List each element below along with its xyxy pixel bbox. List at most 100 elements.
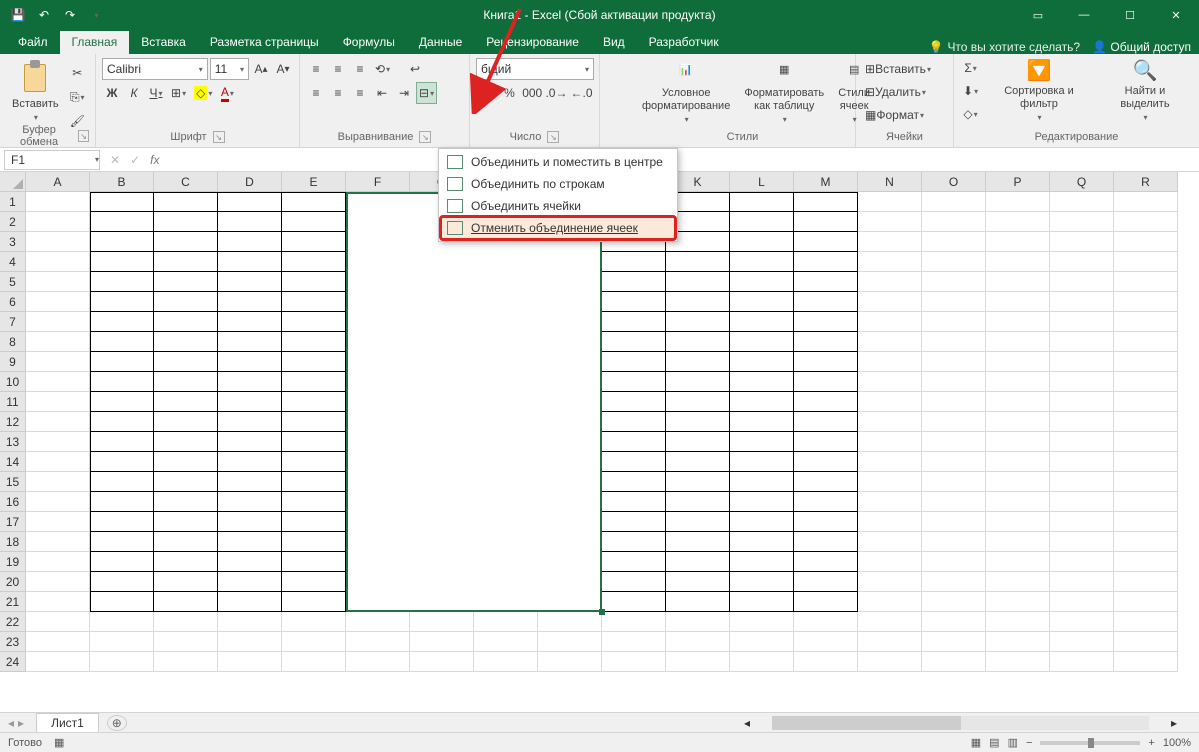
sort-filter-button[interactable]: 🔽 Сортировка и фильтр▾ <box>983 57 1095 125</box>
fill-color-button[interactable]: ◇▾ <box>191 82 215 104</box>
cell[interactable] <box>858 492 922 512</box>
cell[interactable] <box>666 652 730 672</box>
cell[interactable] <box>1050 592 1114 612</box>
decrease-indent-button[interactable]: ⇤ <box>372 82 392 104</box>
cell[interactable] <box>282 272 346 292</box>
cell[interactable] <box>858 552 922 572</box>
comma-format-button[interactable]: 000 <box>521 82 543 104</box>
cell[interactable] <box>282 412 346 432</box>
cell[interactable] <box>154 572 218 592</box>
cell[interactable] <box>794 512 858 532</box>
cells-area[interactable] <box>26 192 1199 712</box>
cell[interactable] <box>1114 612 1178 632</box>
cell[interactable] <box>794 192 858 212</box>
cell[interactable] <box>90 312 154 332</box>
tab-view[interactable]: Вид <box>591 31 637 54</box>
cell[interactable] <box>794 452 858 472</box>
cell[interactable] <box>154 232 218 252</box>
row-header[interactable]: 2 <box>0 212 26 232</box>
cell[interactable] <box>26 332 90 352</box>
paste-button[interactable]: Вставить ▾ <box>6 58 65 125</box>
cell[interactable] <box>858 512 922 532</box>
cell[interactable] <box>794 432 858 452</box>
dialog-launcher-icon[interactable]: ↘ <box>547 131 559 143</box>
dialog-launcher-icon[interactable]: ↘ <box>78 130 89 142</box>
cell[interactable] <box>1114 572 1178 592</box>
cell[interactable] <box>90 352 154 372</box>
cell[interactable] <box>730 652 794 672</box>
cell[interactable] <box>26 452 90 472</box>
cell[interactable] <box>794 372 858 392</box>
cell[interactable] <box>986 232 1050 252</box>
cell[interactable] <box>858 452 922 472</box>
cell[interactable] <box>602 372 666 392</box>
cell[interactable] <box>794 392 858 412</box>
cell[interactable] <box>602 512 666 532</box>
cell[interactable] <box>922 492 986 512</box>
cut-button[interactable]: ✂ <box>67 62 88 84</box>
tab-page-layout[interactable]: Разметка страницы <box>198 31 331 54</box>
cell[interactable] <box>794 212 858 232</box>
cell[interactable] <box>474 632 538 652</box>
cell[interactable] <box>794 252 858 272</box>
cell[interactable] <box>986 392 1050 412</box>
column-header[interactable]: F <box>346 172 410 192</box>
row-header[interactable]: 16 <box>0 492 26 512</box>
row-header[interactable]: 9 <box>0 352 26 372</box>
cell[interactable] <box>858 632 922 652</box>
cell[interactable] <box>794 292 858 312</box>
percent-format-button[interactable]: % <box>499 82 519 104</box>
cell[interactable] <box>922 512 986 532</box>
row-header[interactable]: 22 <box>0 612 26 632</box>
cell[interactable] <box>794 332 858 352</box>
cell[interactable] <box>90 212 154 232</box>
cell[interactable] <box>346 652 410 672</box>
cell[interactable] <box>730 352 794 372</box>
wrap-text-button[interactable]: ↩ <box>405 58 425 80</box>
column-header[interactable]: B <box>90 172 154 192</box>
cell[interactable] <box>410 652 474 672</box>
row-header[interactable]: 20 <box>0 572 26 592</box>
increase-decimal-button[interactable]: .0→ <box>545 82 568 104</box>
cell[interactable] <box>410 632 474 652</box>
cell[interactable] <box>986 212 1050 232</box>
cell[interactable] <box>90 512 154 532</box>
cell[interactable] <box>218 592 282 612</box>
tab-data[interactable]: Данные <box>407 31 474 54</box>
cell[interactable] <box>858 252 922 272</box>
cell[interactable] <box>154 432 218 452</box>
cell[interactable] <box>1114 432 1178 452</box>
cell[interactable] <box>794 632 858 652</box>
cell[interactable] <box>922 612 986 632</box>
row-header[interactable]: 12 <box>0 412 26 432</box>
cell[interactable] <box>602 572 666 592</box>
fill-handle[interactable] <box>599 609 605 615</box>
column-header[interactable]: C <box>154 172 218 192</box>
cell[interactable] <box>858 332 922 352</box>
cell[interactable] <box>922 472 986 492</box>
cell[interactable] <box>218 232 282 252</box>
cell[interactable] <box>1050 652 1114 672</box>
cell[interactable] <box>1114 372 1178 392</box>
cell[interactable] <box>1050 572 1114 592</box>
cell[interactable] <box>922 352 986 372</box>
cell[interactable] <box>90 412 154 432</box>
align-middle-button[interactable]: ≡ <box>328 58 348 80</box>
cell[interactable] <box>154 612 218 632</box>
cell[interactable] <box>90 592 154 612</box>
fx-icon[interactable]: fx <box>150 153 159 167</box>
cell[interactable] <box>858 212 922 232</box>
cell[interactable] <box>282 252 346 272</box>
cell[interactable] <box>26 512 90 532</box>
cell[interactable] <box>730 572 794 592</box>
cell[interactable] <box>154 292 218 312</box>
cell[interactable] <box>986 632 1050 652</box>
cell[interactable] <box>1114 652 1178 672</box>
column-header[interactable]: N <box>858 172 922 192</box>
cell[interactable] <box>666 452 730 472</box>
cell[interactable] <box>282 512 346 532</box>
cell[interactable] <box>26 212 90 232</box>
cell[interactable] <box>986 292 1050 312</box>
cell[interactable] <box>218 552 282 572</box>
cell[interactable] <box>1114 512 1178 532</box>
